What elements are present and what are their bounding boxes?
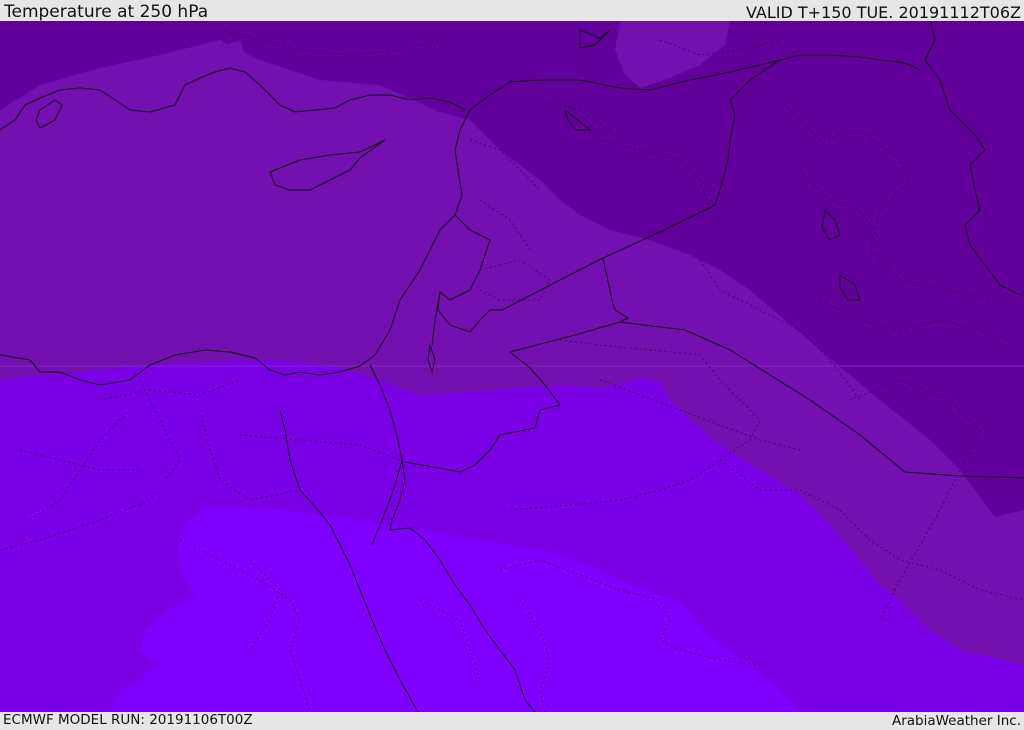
valid-time-label: VALID T+150 TUE. 20191112T06Z: [745, 3, 1021, 22]
credit-label: ArabiaWeather Inc.: [891, 713, 1021, 729]
map-viewer: Temperature at 250 hPa VALID T+150 TUE. …: [0, 0, 1024, 729]
header-bar: Temperature at 250 hPa VALID T+150 TUE. …: [0, 0, 1024, 22]
temperature-map: [0, 21, 1024, 712]
footer-bar: ECMWF MODEL RUN: 20191106T00Z ArabiaWeat…: [0, 712, 1024, 729]
model-run-label: ECMWF MODEL RUN: 20191106T00Z: [3, 712, 253, 728]
map-title: Temperature at 250 hPa: [4, 2, 209, 22]
